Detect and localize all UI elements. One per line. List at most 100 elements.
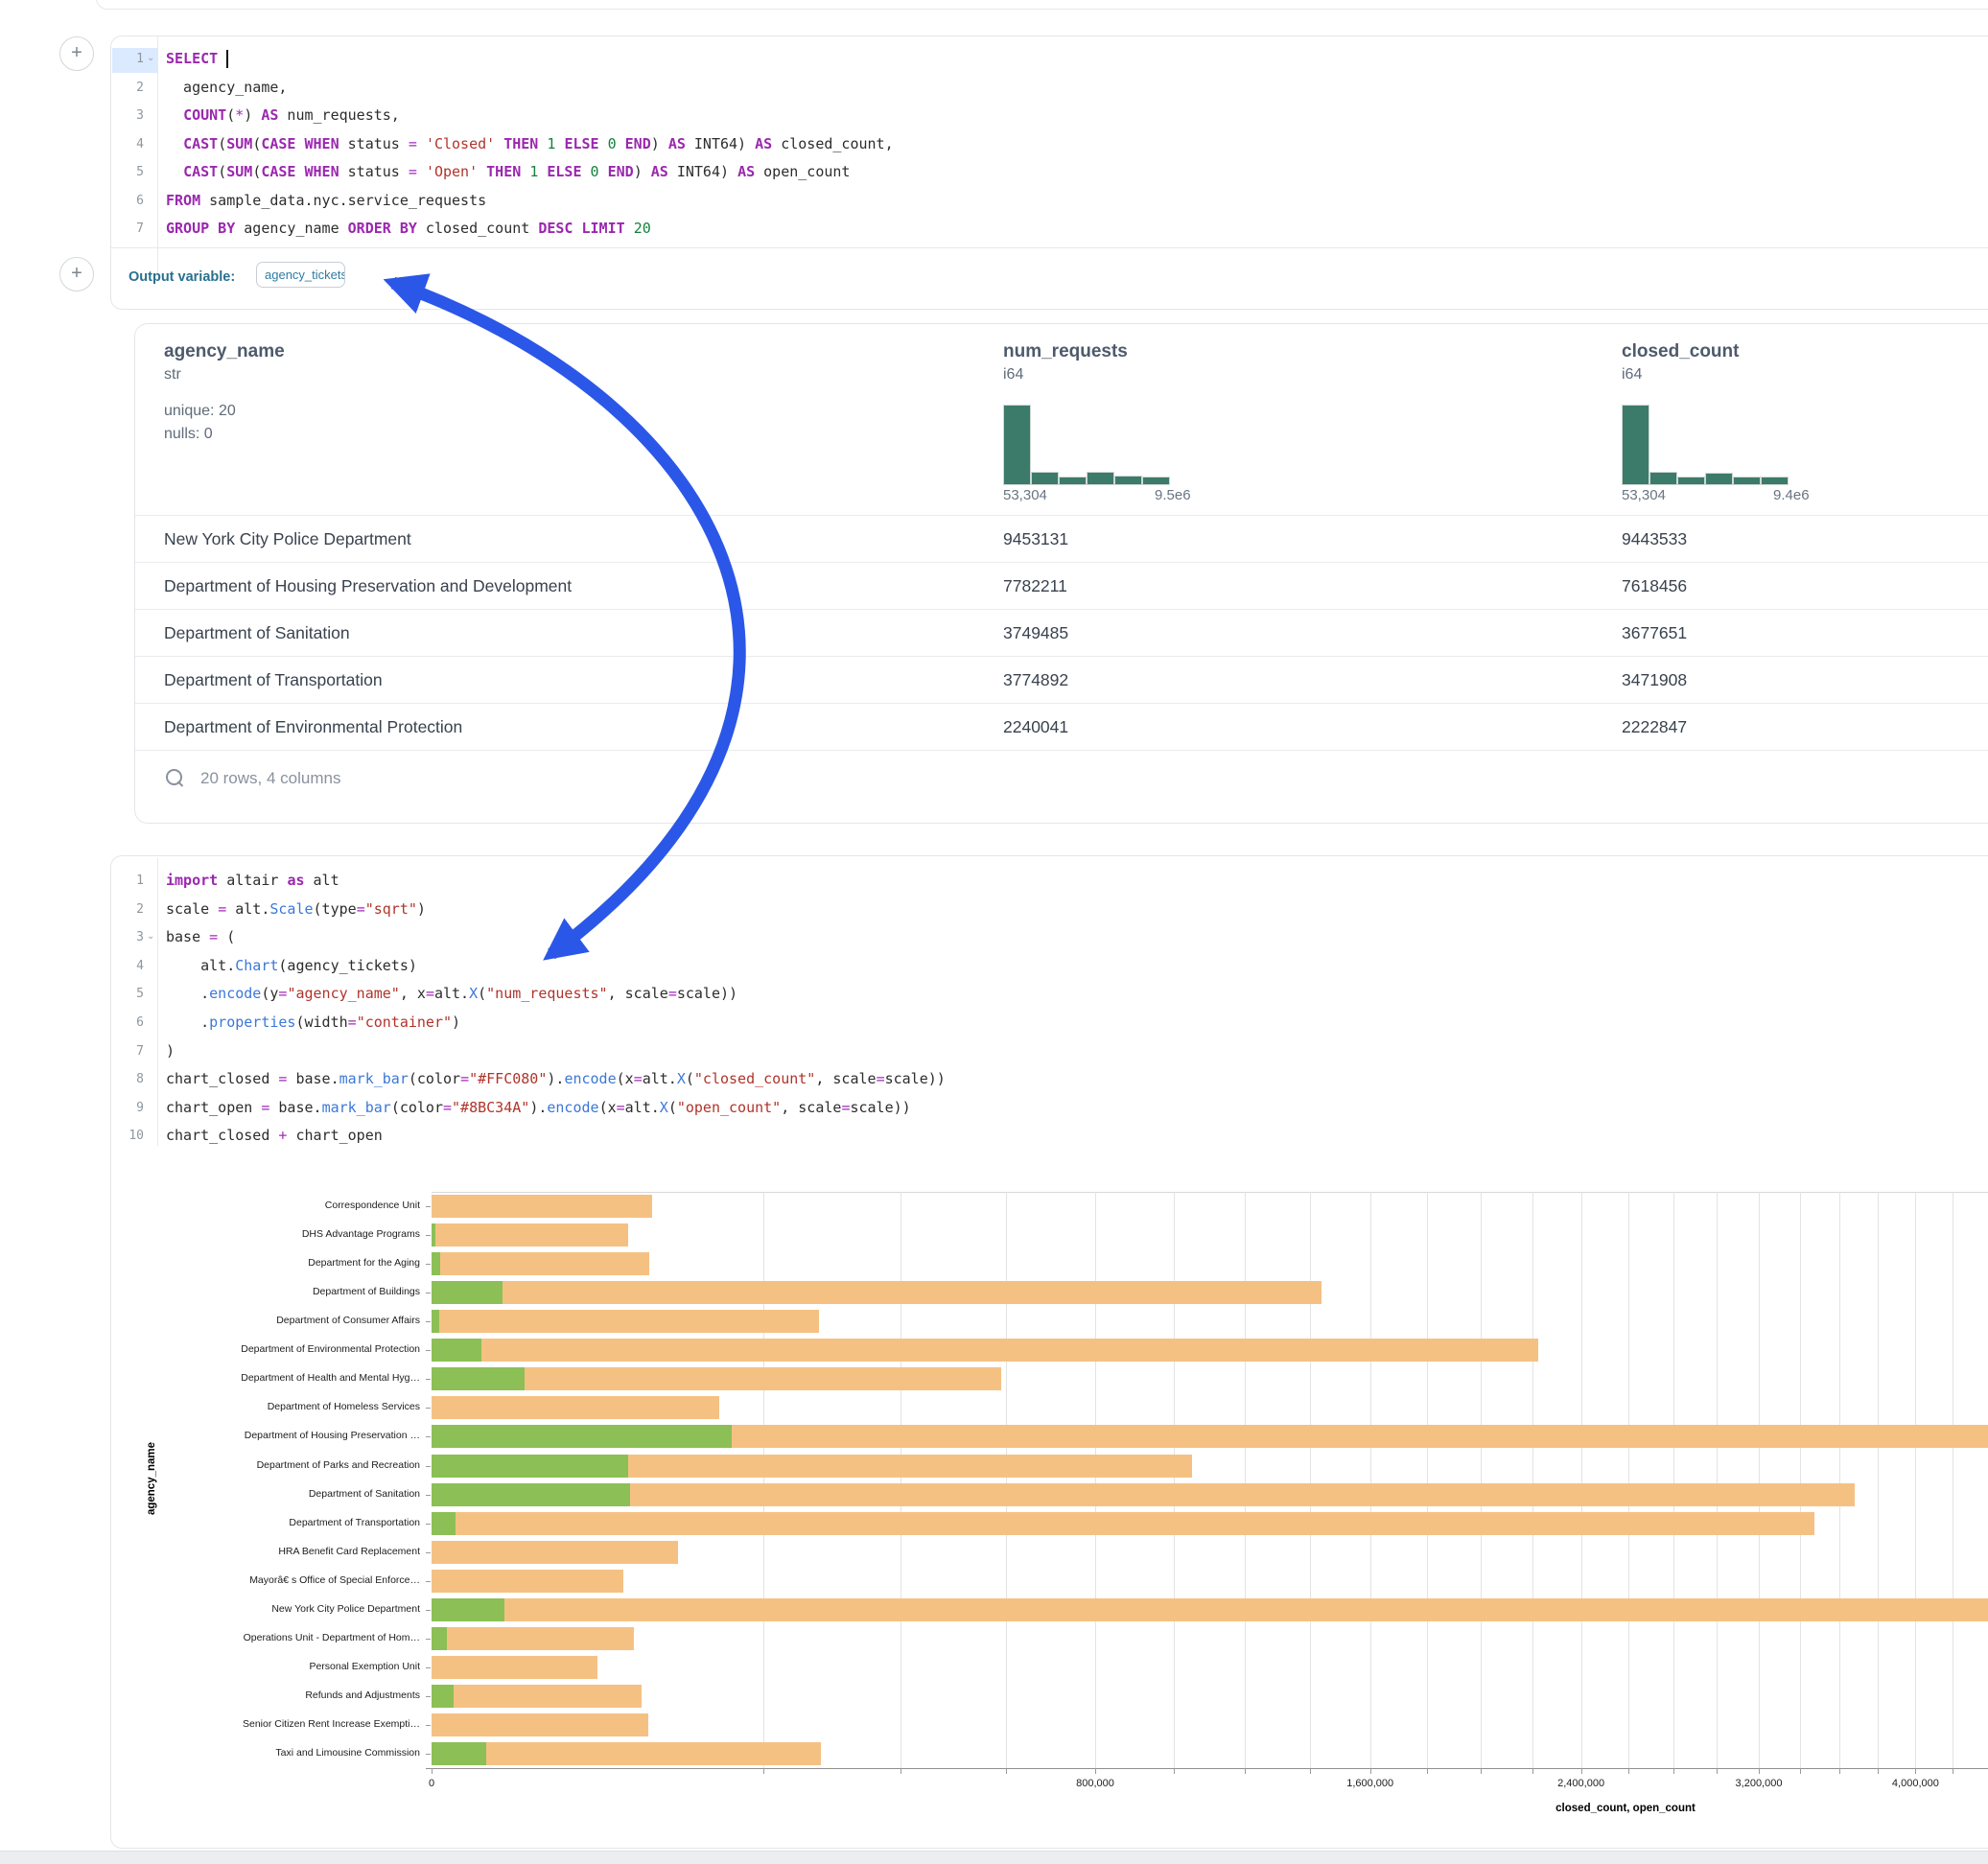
line-number: 2 [111,74,144,103]
y-axis-tick [426,1639,431,1640]
y-axis-label: Operations Unit - Department of Hom… [111,1632,420,1643]
y-axis-label: Department of Homeless Services [111,1401,420,1412]
line-number: 5 [111,980,144,1009]
table-row[interactable]: New York City Police Department945313194… [135,515,1988,563]
histogram-bar [1622,405,1649,485]
gridline [1581,1192,1582,1768]
python-code-editor[interactable]: 1import altair as alt2scale = alt.Scale(… [111,867,1988,1154]
y-axis-tick [426,1581,431,1582]
table-row-count: 20 rows, 4 columns [200,769,340,788]
bar-closed-count [432,1713,648,1736]
y-axis-label: Department of Buildings [111,1286,420,1297]
bar-open-count [432,1425,732,1448]
y-axis-tick [426,1610,431,1611]
table-row[interactable]: Department of Housing Preservation and D… [135,562,1988,610]
y-axis-label: Department of Health and Mental Hyg… [111,1372,420,1384]
code-line: chart_closed = base.mark_bar(color="#FFC… [166,1065,946,1094]
code-line: agency_name, [166,74,287,103]
code-line: ) [166,1037,175,1066]
cell-num-requests: 9453131 [1003,529,1068,549]
table-row[interactable]: Department of Transportation377489234719… [135,656,1988,704]
column-header-num-requests[interactable]: num_requests [1003,341,1128,362]
y-axis-tick [426,1379,431,1380]
output-variable-pill[interactable]: agency_tickets [256,262,345,288]
histogram-bar [1761,477,1789,485]
x-axis-tick [1581,1768,1582,1774]
x-axis-tick-label: 800,000 [1038,1778,1153,1789]
closed-count-hist-max: 9.4e6 [1773,487,1810,503]
sql-code-editor[interactable]: 1⌄SELECT 2 agency_name,3 COUNT(*) AS num… [111,45,1988,245]
column-header-closed-count[interactable]: closed_count [1622,341,1739,362]
y-axis-label: Department of Sanitation [111,1488,420,1500]
y-axis-tick [426,1524,431,1525]
y-axis-tick [426,1495,431,1496]
gridline [1878,1192,1879,1768]
column-type-closed-count: i64 [1622,366,1642,384]
code-line: GROUP BY agency_name ORDER BY closed_cou… [166,215,651,244]
code-line: .encode(y="agency_name", x=alt.X("num_re… [166,980,737,1009]
bar-open-count [432,1627,447,1650]
gridline [1095,1192,1096,1768]
code-line: chart_open = base.mark_bar(color="#8BC34… [166,1094,911,1123]
x-axis-tick [1006,1768,1007,1774]
x-axis-line [426,1768,1988,1769]
cell-agency-name: Department of Housing Preservation and D… [164,576,572,596]
line-number: 10 [111,1122,144,1151]
y-axis-tick [426,1436,431,1437]
python-cell[interactable]: 1import altair as alt2scale = alt.Scale(… [110,855,1988,1849]
table-row[interactable]: Department of Environmental Protection22… [135,703,1988,751]
bar-closed-count [432,1396,719,1419]
line-number: 4 [111,130,144,159]
y-axis-tick [426,1350,431,1351]
collapse-chevron-icon[interactable]: ⌄ [147,931,154,942]
line-number: 2 [111,896,144,924]
gridline [900,1192,901,1768]
x-axis-tick-label: 2,400,000 [1524,1778,1639,1789]
histogram-bar [1031,472,1059,485]
bar-closed-count [432,1598,1988,1621]
histogram-bar [1059,477,1087,485]
num-requests-hist-max: 9.5e6 [1155,487,1191,503]
add-cell-button-below-sql[interactable]: + [59,257,94,291]
column-header-agency-name[interactable]: agency_name [164,341,285,362]
line-number: 1 [111,867,144,896]
bar-open-count [432,1685,454,1708]
y-axis-title: agency_name [146,1421,157,1536]
gridline [1427,1192,1428,1768]
line-number: 8 [111,1065,144,1094]
y-axis-label: Department of Environmental Protection [111,1343,420,1355]
collapse-chevron-icon[interactable]: ⌄ [147,53,154,63]
table-footer: 20 rows, 4 columns [135,750,1988,822]
y-axis-label: Correspondence Unit [111,1200,420,1211]
y-axis-tick [426,1696,431,1697]
line-number: 4 [111,952,144,981]
y-axis-label: Refunds and Adjustments [111,1689,420,1701]
x-axis-tick-label: 4,000,000 [1858,1778,1973,1789]
cell-num-requests: 3749485 [1003,623,1068,643]
y-axis-tick [426,1321,431,1322]
gridline [1006,1192,1007,1768]
code-line: COUNT(*) AS num_requests, [166,102,400,130]
cell-num-requests: 2240041 [1003,717,1068,737]
sql-cell[interactable]: 1⌄SELECT 2 agency_name,3 COUNT(*) AS num… [110,35,1988,310]
y-axis-label: Department of Housing Preservation … [111,1430,420,1441]
bar-closed-count [432,1685,642,1708]
gridline [1628,1192,1629,1768]
histogram-bar [1142,477,1170,485]
line-number: 6 [111,187,144,216]
x-axis-tick [1532,1768,1533,1774]
num-requests-hist-min: 53,304 [1003,487,1047,503]
y-axis-label: Department of Transportation [111,1517,420,1528]
y-axis-label: HRA Benefit Card Replacement [111,1546,420,1557]
x-axis-tick [1878,1768,1879,1774]
add-cell-button-top[interactable]: + [59,36,94,71]
bar-closed-count [432,1656,597,1679]
output-variable-row: Output variable: agency_tickets [111,247,1988,309]
gridline [1245,1192,1246,1768]
bar-closed-count [432,1512,1814,1535]
table-row[interactable]: Department of Sanitation37494853677651 [135,609,1988,657]
bar-closed-count [432,1252,649,1275]
y-axis-label: Personal Exemption Unit [111,1661,420,1672]
gridline [1759,1192,1760,1768]
previous-cell-edge [96,0,1988,10]
